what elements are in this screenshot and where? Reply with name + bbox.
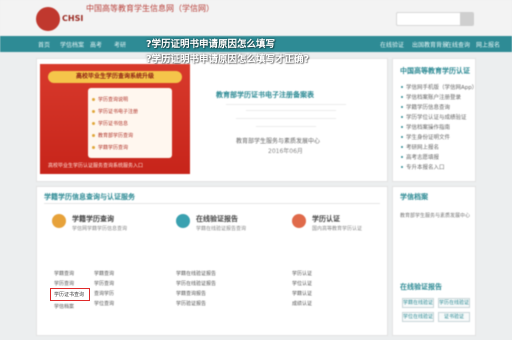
divider	[246, 110, 336, 111]
nav-registration[interactable]: 网上报名	[476, 40, 500, 49]
bullet-icon	[92, 122, 95, 125]
bullet-icon	[401, 116, 403, 118]
card-title[interactable]: 学历认证	[312, 214, 340, 224]
nav-home[interactable]: 首页	[38, 40, 50, 49]
service-link[interactable]: 成绩认证	[292, 300, 312, 307]
divider	[226, 104, 346, 105]
bullet-icon	[401, 146, 403, 148]
bullet-icon	[92, 134, 95, 137]
service-link[interactable]: 学籍查询报告	[176, 290, 206, 297]
banner-line: 学籍学历查询	[98, 145, 129, 151]
service-link[interactable]: 学籍查询	[94, 270, 114, 277]
banner-line: 学历证书电子注册	[98, 109, 139, 115]
bullet-icon	[401, 86, 403, 88]
search-icon[interactable]	[460, 12, 474, 26]
sidebar-link[interactable]: 学信网手机版（学信网App）	[406, 83, 477, 91]
sidebar-link[interactable]: 学生身份证明文件	[406, 133, 450, 141]
bullet-icon	[92, 98, 95, 101]
certificate-date: 2016年06月	[268, 148, 303, 155]
card-title[interactable]: 学籍学历查询	[72, 214, 114, 224]
service-link[interactable]: 学位认证	[292, 280, 312, 287]
bullet-icon	[401, 136, 403, 138]
nav-abroad[interactable]: 出国教育背景	[412, 40, 448, 49]
service-link[interactable]: 学籍在线验证报告	[176, 270, 216, 277]
sidebar-link[interactable]: 专升本报名入口	[406, 163, 445, 171]
sidebar-link[interactable]: 学籍学历信息查询	[406, 103, 450, 111]
verify-button[interactable]: 证书验证	[438, 312, 470, 322]
overlay-title-2: ?学历证明书申请原因怎么填写才正确?	[146, 54, 310, 65]
verify-button[interactable]: 学历在线验证	[438, 298, 470, 308]
verify-button[interactable]: 学籍在线验证	[402, 298, 434, 308]
service-link[interactable]: 学籍认证	[292, 290, 312, 297]
nav-kaoyan[interactable]: 考研	[114, 40, 126, 49]
divider	[256, 126, 316, 127]
bullet-icon	[401, 96, 403, 98]
logo-text: CHSI	[62, 14, 84, 23]
banner-line: 学历证书信息	[98, 121, 129, 127]
service-link[interactable]: 学信档案	[54, 303, 74, 310]
service-link[interactable]: 学历查询	[54, 280, 74, 287]
certificate-preview[interactable]: 教育部学历证书电子注册备案表 教育部学生服务与素质发展中心 2016年06月	[196, 64, 386, 174]
sidebar-link[interactable]: 学信档案操作指南	[406, 123, 450, 131]
service-link[interactable]: 学籍查询	[54, 270, 74, 277]
banner-line: 教育部学历查询	[98, 133, 134, 139]
nav-online-query[interactable]: 在线查询	[446, 40, 470, 49]
service-link[interactable]: 学历在线验证报告	[176, 280, 216, 287]
overlay-title-1: ?学历证明书申请原因怎么填写	[146, 39, 276, 50]
sidebar-title-2: 学信档案	[400, 193, 428, 201]
verify-button[interactable]: 学位在线验证	[402, 312, 434, 322]
services-panel	[36, 186, 388, 336]
card-desc: 国内高等教育学历认证	[312, 226, 363, 232]
certificate-icon	[292, 214, 306, 228]
bullet-icon	[92, 146, 95, 149]
sidebar-title-3: 在线验证报告	[400, 283, 442, 291]
card-desc: 学籍在线验证报告查询	[196, 226, 247, 232]
highlight-box: 学历证书查询	[50, 288, 90, 301]
nav-online-verify[interactable]: 在线验证	[380, 40, 404, 49]
banner-footer: 高校毕业生学历认证服务查询系统服务入口	[48, 163, 144, 169]
certificate-title: 教育部学历证书电子注册备案表	[216, 91, 314, 99]
bullet-icon	[401, 156, 403, 158]
service-link[interactable]: 学位查询	[94, 300, 114, 307]
sidebar-desc: 教育部学生服务与素质发展中心	[400, 213, 471, 219]
service-link[interactable]: 学历验证报告	[176, 300, 206, 307]
divider	[44, 203, 380, 204]
bullet-icon	[401, 126, 403, 128]
nav-gaokao[interactable]: 高考	[90, 40, 102, 49]
bullet-icon	[401, 166, 403, 168]
report-icon	[176, 214, 190, 228]
site-title: 中国高等教育学生信息网（学信网）	[86, 4, 214, 13]
banner-heading: 高校毕业生学历查询系统升级	[48, 71, 182, 83]
search-input[interactable]	[396, 12, 462, 26]
banner-line: 学历查询说明	[98, 97, 129, 103]
bullet-icon	[401, 106, 403, 108]
promo-banner[interactable]: 高校毕业生学历查询系统升级 学历查询说明 学历证书电子注册 学历证书信息 教育部…	[40, 64, 190, 174]
card-desc: 学信网学籍学历信息查询	[72, 226, 128, 232]
service-link[interactable]: 学历查询	[94, 280, 114, 287]
sidebar-title: 中国高等教育学历认证	[400, 67, 470, 75]
service-link[interactable]: 学历认证	[292, 270, 312, 277]
sidebar-link[interactable]: 学信档案账户注册登录	[406, 93, 461, 101]
nav-archive[interactable]: 学信档案	[60, 40, 84, 49]
sidebar-link[interactable]: 学历学位认证与成绩验证	[406, 113, 467, 121]
sidebar-link[interactable]: 考研网上报名	[406, 143, 439, 151]
divider	[236, 118, 336, 119]
sidebar-link[interactable]: 高考志愿填报	[406, 153, 439, 161]
service-link[interactable]: 查询学历	[94, 290, 114, 297]
card-title[interactable]: 在线验证报告	[196, 214, 238, 224]
certificate-issuer: 教育部学生服务与素质发展中心	[236, 138, 321, 145]
search-record-icon	[52, 214, 66, 228]
section-title: 学籍学历信息查询与认证服务	[44, 193, 135, 201]
highlighted-link[interactable]: 学历证书查询	[54, 291, 84, 298]
bullet-icon	[92, 110, 95, 113]
chsi-logo-icon[interactable]	[36, 7, 60, 31]
